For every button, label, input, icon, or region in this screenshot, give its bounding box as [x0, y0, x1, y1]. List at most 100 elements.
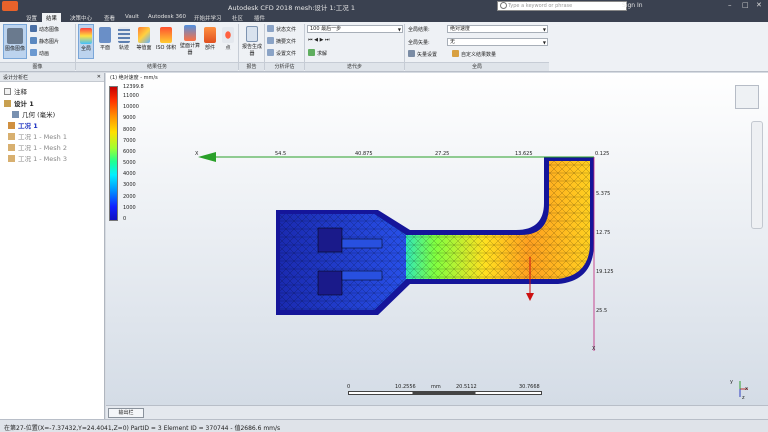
solve-button[interactable]: 求解	[308, 49, 327, 58]
x-ruler-label: 13.625	[515, 151, 533, 157]
scenario-icon	[8, 144, 15, 151]
group-label-global: 全局	[405, 62, 549, 71]
tree-item-mesh-2[interactable]: 工况 1 - Mesh 2	[8, 142, 67, 152]
tree-item-geometry[interactable]: 几何 (毫米)	[12, 109, 55, 119]
internal-block	[317, 227, 343, 253]
tab-community[interactable]: 社区	[228, 13, 247, 22]
global-vector-select[interactable]: 无 ▼	[447, 38, 548, 46]
chevron-down-icon: ▼	[397, 27, 401, 32]
y-ruler-label: 25.5	[596, 308, 608, 314]
tree-item-notes[interactable]: 注释	[4, 86, 27, 96]
x-ruler-arrow	[198, 152, 216, 162]
navigation-bar[interactable]	[751, 121, 763, 229]
picture-icon	[30, 37, 37, 44]
viewcube[interactable]	[735, 85, 759, 109]
output-bar-button[interactable]: 输出栏	[108, 408, 144, 418]
global-result-label: 全局结果:	[408, 27, 430, 33]
axis-z-label: z	[742, 395, 745, 401]
internal-slot	[341, 270, 383, 281]
y-ruler-label: 12.75	[596, 230, 611, 236]
points-button[interactable]: 点	[220, 24, 236, 59]
scenario-icon	[8, 133, 15, 140]
plane-button[interactable]: 平面	[96, 24, 114, 59]
maximize-icon[interactable]: □	[742, 1, 749, 9]
tab-autodesk360[interactable]: Autodesk 360	[144, 13, 190, 22]
group-label-report: 报告	[239, 62, 264, 71]
isosurface-button[interactable]: 等值面	[134, 24, 154, 59]
design-icon	[4, 100, 11, 107]
close-icon[interactable]: ✕	[97, 74, 101, 80]
axis-y-label: y	[730, 379, 733, 385]
graphics-viewport[interactable]: (1) 绝对速度 - mm/s 12399.8 11000 10000 9000 80…	[106, 73, 768, 405]
x-ruler-label: X	[195, 151, 199, 157]
tab-view[interactable]: 查看	[100, 13, 119, 22]
prev-step-icon[interactable]: ◀	[314, 37, 318, 43]
status-file-button[interactable]: 状态文件	[267, 25, 296, 34]
scenario-icon	[8, 155, 15, 162]
close-icon[interactable]: ✕	[756, 1, 762, 9]
global-results-icon	[80, 28, 92, 44]
global-result-select[interactable]: 绝对速度 ▼	[447, 25, 548, 33]
window-title: Autodesk CFD 2018 mesh:设计 1:工况 1	[228, 4, 356, 12]
group-label-result-tasks: 结果任务	[76, 62, 238, 71]
point-icon	[222, 27, 234, 43]
tree-item-scenario-1[interactable]: 工况 1	[8, 120, 38, 130]
geometry-icon	[12, 111, 19, 118]
flow-domain	[276, 157, 594, 315]
dynamic-image-button[interactable]: 动态图像	[30, 25, 59, 34]
search-icon	[500, 2, 507, 9]
step-controls[interactable]: ⏮ ◀ ▶ ⏭	[308, 37, 330, 46]
iteration-select[interactable]: 100 最后一步 ▼	[307, 25, 403, 33]
minimize-icon[interactable]: –	[728, 1, 732, 9]
y-ruler-label: X	[592, 346, 596, 352]
group-label-analysis: 分析评估	[265, 62, 304, 71]
scenario-icon	[8, 122, 15, 129]
sign-in-link[interactable]: Sign In	[622, 2, 643, 9]
solve-icon	[308, 49, 315, 56]
report-icon	[246, 26, 258, 42]
vector-settings-button[interactable]: 矢量设置	[408, 50, 437, 59]
image-button[interactable]: 图像图像	[3, 24, 27, 59]
axis-x-label: x	[745, 386, 748, 392]
parts-icon	[204, 27, 216, 43]
x-ruler-label: 40.875	[355, 151, 373, 157]
internal-slot	[341, 238, 383, 249]
scale-bar	[348, 391, 542, 395]
internal-block	[317, 270, 343, 296]
animation-button[interactable]: 动画	[30, 49, 49, 58]
wrench-icon	[408, 50, 415, 57]
tab-results[interactable]: 结果	[42, 13, 62, 22]
iso-volume-button[interactable]: ISO 体积	[155, 24, 177, 59]
camera-icon	[7, 28, 23, 44]
parts-button[interactable]: 部件	[202, 24, 218, 59]
tab-setup[interactable]: 设置	[22, 13, 41, 22]
group-label-image: 图像	[0, 62, 75, 71]
trace-button[interactable]: 轨迹	[115, 24, 133, 59]
group-label-iteration: 迭代步	[305, 62, 404, 71]
summary-file-button[interactable]: 摘要文件	[267, 37, 296, 46]
static-image-button[interactable]: 静态图片	[30, 37, 59, 46]
model-canvas	[198, 152, 595, 351]
custom-result-button[interactable]: 自定义结果数量	[452, 50, 496, 59]
x-ruler-label: 27.25	[435, 151, 450, 157]
first-step-icon[interactable]: ⏮	[308, 37, 313, 43]
last-step-icon[interactable]: ⏭	[325, 37, 330, 43]
search-input[interactable]: Type a keyword or phrase	[497, 1, 627, 11]
app-logo-icon[interactable]	[2, 1, 18, 11]
next-step-icon[interactable]: ▶	[320, 37, 324, 43]
tab-decision-center[interactable]: 决策中心	[66, 13, 96, 22]
plane-icon	[99, 27, 111, 43]
tab-addins[interactable]: 插件	[250, 13, 269, 22]
setup-file-button[interactable]: 设置文件	[267, 49, 296, 58]
wall-calculator-button[interactable]: 壁面计算器	[179, 24, 201, 59]
tree-item-design[interactable]: 设计 1	[4, 98, 34, 108]
tree-item-mesh-3[interactable]: 工况 1 - Mesh 3	[8, 153, 67, 163]
vector-arrowhead-icon	[526, 293, 534, 301]
report-generator-button[interactable]: 报告生成器	[241, 24, 263, 59]
tab-vault[interactable]: Vault	[121, 13, 143, 22]
global-button[interactable]: 全局	[78, 24, 94, 59]
tree-item-mesh-1[interactable]: 工况 1 - Mesh 1	[8, 131, 67, 141]
scale-label: 0	[347, 384, 351, 390]
tab-getting-started[interactable]: 开始并学习	[190, 13, 226, 22]
status-bar: 在第27-位置(X=-7.37432,Y=24.4041,Z=0) PartID…	[0, 419, 768, 432]
